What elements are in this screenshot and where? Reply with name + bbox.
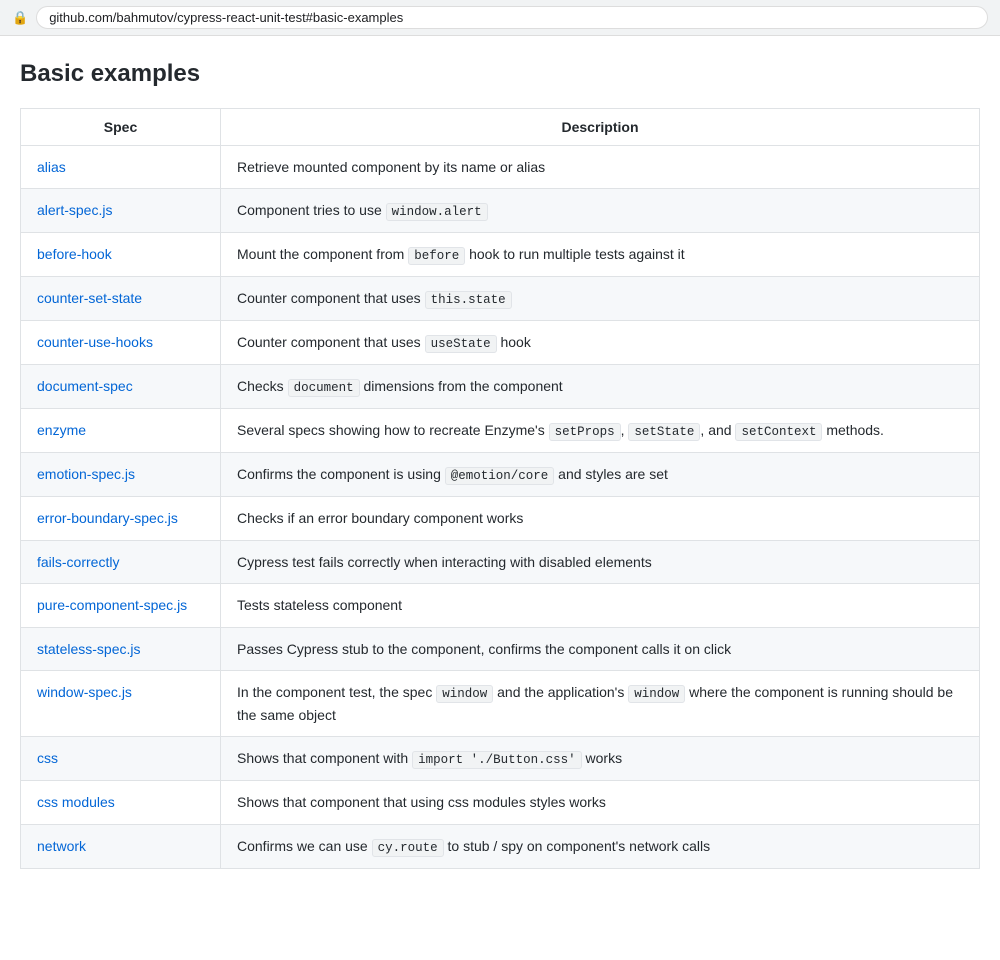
- description-cell: Cypress test fails correctly when intera…: [221, 540, 980, 583]
- table-row: alert-spec.js Component tries to use wind…: [21, 189, 980, 233]
- table-row: fails-correctly Cypress test fails correc…: [21, 540, 980, 583]
- lock-icon: 🔒: [12, 10, 28, 26]
- description-cell: Checks document dimensions from the comp…: [221, 365, 980, 409]
- inline-code: window.alert: [386, 203, 488, 221]
- spec-link[interactable]: window-spec.js: [37, 684, 132, 700]
- spec-cell: emotion-spec.js: [21, 453, 221, 497]
- inline-code: @emotion/core: [445, 467, 555, 485]
- spec-link[interactable]: document-spec: [37, 378, 133, 394]
- table-row: counter-set-state Counter component that …: [21, 277, 980, 321]
- description-cell: Component tries to use window.alert: [221, 189, 980, 233]
- spec-link[interactable]: enzyme: [37, 422, 86, 438]
- table-row: emotion-spec.js Confirms the component is…: [21, 453, 980, 497]
- spec-cell: stateless-spec.js: [21, 627, 221, 670]
- inline-code: this.state: [425, 291, 512, 309]
- table-row: pure-component-spec.js Tests stateless co…: [21, 584, 980, 627]
- inline-code: document: [288, 379, 360, 397]
- description-cell: Tests stateless component: [221, 584, 980, 627]
- description-cell: Shows that component with import './Butt…: [221, 737, 980, 781]
- table-row: stateless-spec.js Passes Cypress stub to …: [21, 627, 980, 670]
- description-cell: Retrieve mounted component by its name o…: [221, 146, 980, 189]
- spec-link[interactable]: alias: [37, 159, 66, 175]
- description-cell: Passes Cypress stub to the component, co…: [221, 627, 980, 670]
- spec-cell: window-spec.js: [21, 670, 221, 736]
- spec-cell: counter-use-hooks: [21, 321, 221, 365]
- page-title: Basic examples: [20, 60, 980, 88]
- table-row: css modules Shows that component that usi…: [21, 781, 980, 824]
- table-header-row: Spec Description: [21, 109, 980, 146]
- description-cell: Shows that component that using css modu…: [221, 781, 980, 824]
- spec-link[interactable]: network: [37, 838, 86, 854]
- spec-cell: document-spec: [21, 365, 221, 409]
- description-column-header: Description: [221, 109, 980, 146]
- spec-cell: before-hook: [21, 233, 221, 277]
- page-content: Basic examples Spec Description alias Ret…: [0, 36, 1000, 893]
- table-row: enzyme Several specs showing how to recre…: [21, 409, 980, 453]
- spec-link[interactable]: error-boundary-spec.js: [37, 510, 178, 526]
- table-row: css Shows that component with import './B…: [21, 737, 980, 781]
- url-bar[interactable]: github.com/bahmutov/cypress-react-unit-t…: [36, 6, 988, 29]
- spec-link[interactable]: alert-spec.js: [37, 202, 112, 218]
- description-cell: Counter component that uses this.state: [221, 277, 980, 321]
- inline-code: import './Button.css': [412, 751, 582, 769]
- description-cell: Checks if an error boundary component wo…: [221, 497, 980, 540]
- table-row: network Confirms we can use cy.route to s…: [21, 824, 980, 868]
- spec-cell: pure-component-spec.js: [21, 584, 221, 627]
- spec-link[interactable]: fails-correctly: [37, 554, 119, 570]
- spec-cell: fails-correctly: [21, 540, 221, 583]
- spec-link[interactable]: before-hook: [37, 246, 112, 262]
- table-row: counter-use-hooks Counter component that …: [21, 321, 980, 365]
- spec-cell: css: [21, 737, 221, 781]
- spec-link[interactable]: pure-component-spec.js: [37, 597, 187, 613]
- spec-cell: error-boundary-spec.js: [21, 497, 221, 540]
- spec-cell: network: [21, 824, 221, 868]
- spec-cell: alert-spec.js: [21, 189, 221, 233]
- table-row: alias Retrieve mounted component by its n…: [21, 146, 980, 189]
- spec-link[interactable]: css: [37, 750, 58, 766]
- inline-code: setContext: [735, 423, 822, 441]
- spec-link[interactable]: css modules: [37, 794, 115, 810]
- description-cell: Counter component that uses useState hoo…: [221, 321, 980, 365]
- spec-cell: counter-set-state: [21, 277, 221, 321]
- examples-table: Spec Description alias Retrieve mounted c…: [20, 108, 980, 869]
- description-cell: In the component test, the spec window a…: [221, 670, 980, 736]
- spec-link[interactable]: stateless-spec.js: [37, 641, 140, 657]
- spec-link[interactable]: counter-set-state: [37, 290, 142, 306]
- browser-bar: 🔒 github.com/bahmutov/cypress-react-unit…: [0, 0, 1000, 36]
- inline-code: before: [408, 247, 465, 265]
- description-cell: Confirms we can use cy.route to stub / s…: [221, 824, 980, 868]
- inline-code: cy.route: [372, 839, 444, 857]
- table-row: document-spec Checks document dimensions …: [21, 365, 980, 409]
- description-cell: Several specs showing how to recreate En…: [221, 409, 980, 453]
- spec-link[interactable]: emotion-spec.js: [37, 466, 135, 482]
- spec-cell: enzyme: [21, 409, 221, 453]
- description-cell: Mount the component from before hook to …: [221, 233, 980, 277]
- inline-code: useState: [425, 335, 497, 353]
- inline-code: setProps: [549, 423, 621, 441]
- spec-link[interactable]: counter-use-hooks: [37, 334, 153, 350]
- spec-column-header: Spec: [21, 109, 221, 146]
- inline-code: window: [628, 685, 685, 703]
- inline-code: window: [436, 685, 493, 703]
- table-row: window-spec.js In the component test, the…: [21, 670, 980, 736]
- table-row: before-hook Mount the component from befo…: [21, 233, 980, 277]
- table-row: error-boundary-spec.js Checks if an error…: [21, 497, 980, 540]
- spec-cell: css modules: [21, 781, 221, 824]
- spec-cell: alias: [21, 146, 221, 189]
- inline-code: setState: [628, 423, 700, 441]
- description-cell: Confirms the component is using @emotion…: [221, 453, 980, 497]
